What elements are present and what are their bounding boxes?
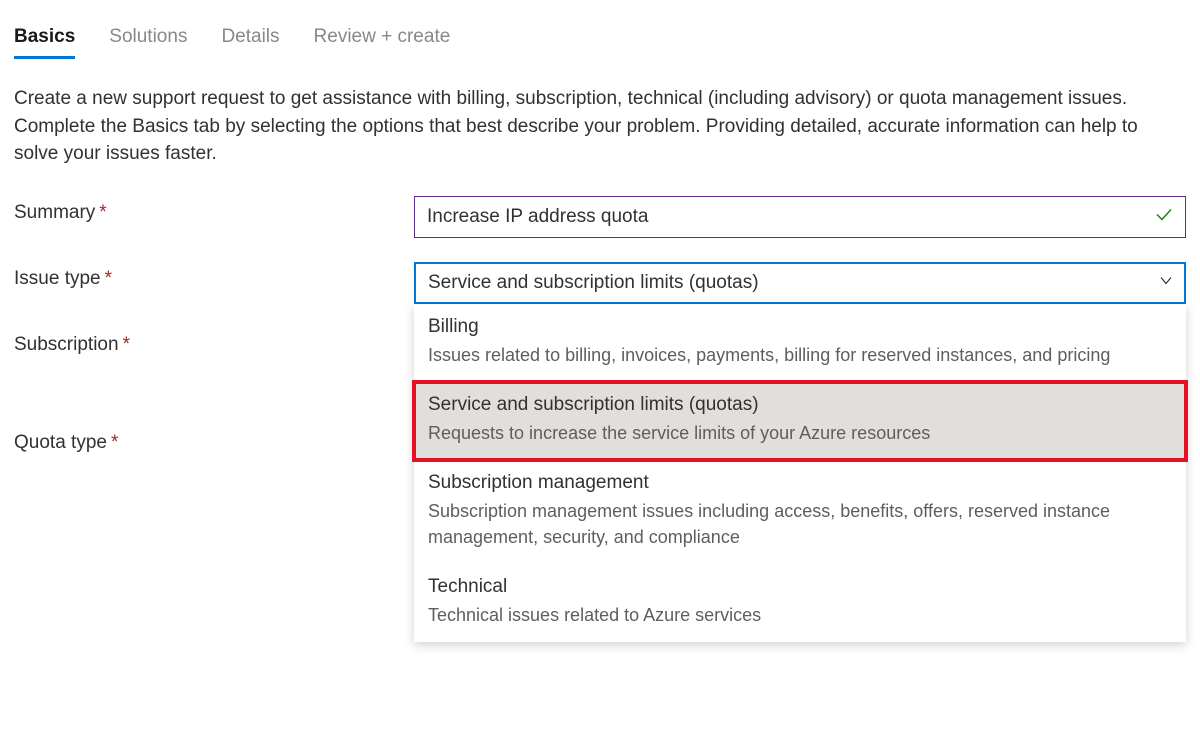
tabs-row: Basics Solutions Details Review + create	[14, 20, 1186, 59]
label-summary: Summary*	[14, 196, 414, 224]
option-desc: Issues related to billing, invoices, pay…	[428, 342, 1172, 368]
label-subscription: Subscription*	[14, 328, 414, 356]
required-asterisk: *	[105, 268, 112, 289]
issue-type-dropdown: Billing Issues related to billing, invoi…	[414, 304, 1186, 642]
tab-details[interactable]: Details	[221, 20, 279, 58]
summary-input-value: Increase IP address quota	[427, 206, 648, 228]
label-summary-text: Summary	[14, 202, 95, 223]
label-issue-type: Issue type*	[14, 262, 414, 290]
option-technical[interactable]: Technical Technical issues related to Az…	[414, 564, 1186, 642]
option-service-limits[interactable]: Service and subscription limits (quotas)…	[414, 382, 1186, 460]
intro-text: Create a new support request to get assi…	[14, 85, 1174, 168]
chevron-down-icon	[1158, 272, 1174, 293]
tab-basics[interactable]: Basics	[14, 20, 75, 58]
issue-type-select-value: Service and subscription limits (quotas)	[428, 272, 759, 294]
checkmark-icon	[1154, 204, 1174, 229]
required-asterisk: *	[111, 432, 118, 453]
option-subscription-management[interactable]: Subscription management Subscription man…	[414, 460, 1186, 564]
intro-line2: Complete the Basics tab by selecting the…	[14, 116, 1138, 165]
tab-review-create[interactable]: Review + create	[314, 20, 451, 58]
intro-line1: Create a new support request to get assi…	[14, 88, 1127, 109]
label-quota-type: Quota type*	[14, 426, 414, 454]
option-title: Billing	[428, 316, 1172, 338]
required-asterisk: *	[123, 334, 130, 355]
label-subscription-text: Subscription	[14, 334, 119, 355]
option-title: Service and subscription limits (quotas)	[428, 394, 1172, 416]
option-desc: Requests to increase the service limits …	[428, 420, 1172, 446]
label-quota-type-text: Quota type	[14, 432, 107, 453]
row-summary: Summary* Increase IP address quota	[14, 196, 1186, 238]
required-asterisk: *	[99, 202, 106, 223]
option-title: Subscription management	[428, 472, 1172, 494]
row-issue-type: Issue type* Service and subscription lim…	[14, 262, 1186, 304]
field-summary: Increase IP address quota	[414, 196, 1186, 238]
option-desc: Subscription management issues including…	[428, 498, 1172, 550]
label-issue-type-text: Issue type	[14, 268, 101, 289]
option-desc: Technical issues related to Azure servic…	[428, 602, 1172, 628]
summary-input[interactable]: Increase IP address quota	[414, 196, 1186, 238]
option-billing[interactable]: Billing Issues related to billing, invoi…	[414, 304, 1186, 382]
issue-type-select[interactable]: Service and subscription limits (quotas)	[414, 262, 1186, 304]
option-title: Technical	[428, 576, 1172, 598]
field-issue-type: Service and subscription limits (quotas)…	[414, 262, 1186, 304]
tab-solutions[interactable]: Solutions	[109, 20, 187, 58]
